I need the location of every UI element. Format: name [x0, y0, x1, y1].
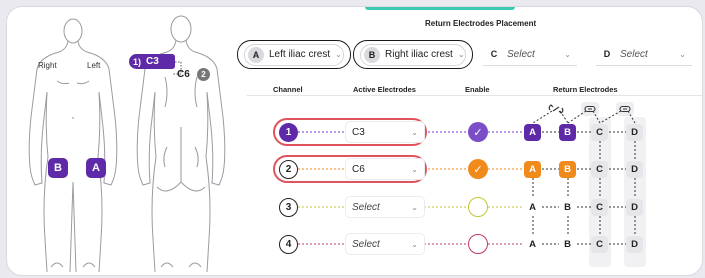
return-pad-1-b[interactable]: B — [559, 124, 576, 141]
chevron-down-icon: ⌄ — [411, 239, 418, 249]
active-electrode-select-2[interactable]: C6 ⌄ — [346, 159, 424, 179]
chevron-down-icon: ⌄ — [411, 164, 418, 174]
enable-toggle-1[interactable]: ✓ — [468, 122, 488, 142]
chevron-down-icon: ⌄ — [411, 202, 418, 212]
check-icon: ✓ — [473, 126, 483, 139]
return-pad-2-d[interactable]: D — [626, 161, 643, 178]
enable-toggle-3[interactable] — [468, 197, 488, 217]
enable-toggle-4[interactable] — [468, 234, 488, 254]
active-electrode-value-4: Select — [352, 238, 380, 250]
channel-number-2: 2 — [279, 160, 298, 179]
active-electrode-select-4[interactable]: Select ⌄ — [346, 234, 424, 254]
return-pad-4-d[interactable]: D — [626, 236, 643, 253]
check-icon: ✓ — [473, 163, 483, 176]
return-pad-2-b[interactable]: B — [559, 161, 576, 178]
return-pad-1-c[interactable]: C — [591, 124, 608, 141]
channel-number-4: 4 — [279, 235, 298, 254]
active-electrode-value-1: C3 — [352, 126, 365, 138]
return-pad-3-c[interactable]: C — [591, 199, 608, 216]
return-pad-3-a[interactable]: A — [524, 199, 541, 216]
active-electrode-select-3[interactable]: Select ⌄ — [346, 197, 424, 217]
return-pad-3-d[interactable]: D — [626, 199, 643, 216]
electrode-config-card: Right Left B A 1) C3 C6 2 Return Electro… — [6, 6, 703, 276]
return-pad-2-a[interactable]: A — [524, 161, 541, 178]
active-electrode-value-2: C6 — [352, 163, 365, 175]
active-electrode-select-1[interactable]: C3 ⌄ — [346, 122, 424, 142]
return-pad-1-a[interactable]: A — [524, 124, 541, 141]
active-electrode-value-3: Select — [352, 201, 380, 213]
return-pad-4-b[interactable]: B — [559, 236, 576, 253]
return-pad-1-d[interactable]: D — [626, 124, 643, 141]
return-pad-4-a[interactable]: A — [524, 236, 541, 253]
return-pad-3-b[interactable]: B — [559, 199, 576, 216]
return-pad-2-c[interactable]: C — [591, 161, 608, 178]
enable-toggle-2[interactable]: ✓ — [468, 159, 488, 179]
channel-number-1: 1 — [279, 123, 298, 142]
return-pad-4-c[interactable]: C — [591, 236, 608, 253]
channel-number-3: 3 — [279, 198, 298, 217]
chevron-down-icon: ⌄ — [411, 127, 418, 137]
